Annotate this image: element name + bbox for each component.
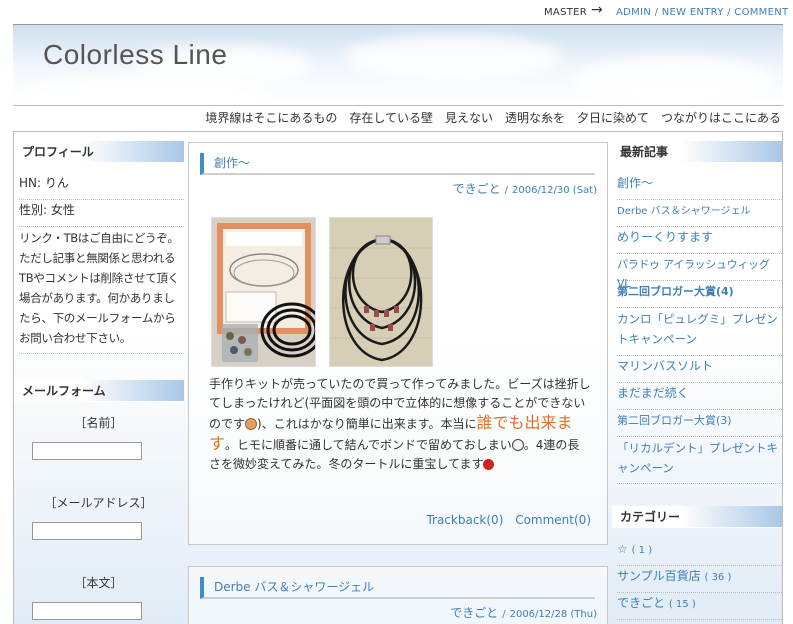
blog-tagline: 境界線はそこにあるもの 存在している壁 見えない 透明な糸を 夕日に染めて つな… — [13, 105, 783, 132]
category-link[interactable]: サンプル百貨店 — [617, 569, 701, 583]
recent-link[interactable]: 第二回ブロガー大賞(4) — [617, 285, 734, 298]
recent-item: 第二回ブロガー大賞(3) — [617, 411, 782, 437]
blog-title[interactable]: Colorless Line — [43, 39, 227, 71]
profile-heading: プロフィール — [14, 141, 184, 163]
category-link[interactable]: できごと — [617, 596, 665, 610]
recent-item: Derbe バス＆シャワージェル — [617, 201, 782, 227]
admin-links: ADMIN / NEW ENTRY / COMMENT — [616, 7, 788, 18]
category-count: ( 15 ) — [668, 599, 696, 610]
blog-header: Colorless Line — [13, 24, 783, 105]
sweat-face-icon — [245, 418, 258, 430]
entry-meta: できごと/2006/12/28 (Thu) — [450, 606, 597, 620]
email-input[interactable] — [32, 522, 142, 540]
entry-title[interactable]: 創作〜 — [200, 153, 595, 175]
new-entry-link[interactable]: NEW ENTRY — [662, 7, 724, 18]
comment-link[interactable]: COMMENT — [734, 7, 788, 18]
name-label: ［名前］ — [74, 416, 123, 430]
profile-note: リンク・TBはご自由にどうぞ。ただし記事と無関係と思われるTBやコメントは削除さ… — [19, 228, 184, 354]
recent-link[interactable]: 第二回ブロガー大賞(3) — [617, 414, 732, 427]
entry-date: 2006/12/28 (Thu) — [509, 609, 597, 620]
recent-item: 第二回ブロガー大賞(4) — [617, 282, 782, 308]
recent-heading: 最新記事 — [612, 141, 782, 163]
recent-item: 創作〜 — [617, 174, 782, 200]
necklace-photo[interactable] — [329, 217, 433, 367]
profile-hn: HN: りん — [19, 174, 184, 200]
entry-post: Derbe バス＆シャワージェル できごと/2006/12/28 (Thu) — [188, 566, 608, 624]
admin-bar: MASTER → ADMIN / NEW ENTRY / COMMENT — [0, 0, 793, 24]
recent-item: 「リカルデント」プレゼントキャンペーン — [617, 438, 782, 484]
profile-gender: 性別: 女性 — [19, 201, 184, 227]
body-input[interactable] — [32, 602, 142, 620]
comment-link[interactable]: Comment(0) — [515, 513, 591, 527]
entry-body: 手作りキットが売っていたので買って作ってみました。ビーズは挫折してしまったけれど… — [209, 375, 591, 474]
category-item: できごと ( 15 ) — [617, 594, 782, 620]
entry-post: 創作〜 できごと/2006/12/30 (Sat) 手作りキットが売っていたので… — [188, 142, 608, 545]
recent-item: まだまだ続く — [617, 384, 782, 410]
recent-link[interactable]: マリンバスソルト — [617, 359, 713, 373]
admin-link[interactable]: ADMIN — [616, 7, 651, 18]
cherry-icon — [483, 459, 495, 470]
category-item: サンプル百貨店 ( 36 ) — [617, 567, 782, 593]
recent-link[interactable]: めりーくりすます — [617, 230, 713, 244]
smile-face-icon — [511, 439, 524, 451]
entry-text: )、これはかなり簡単に出来ます。本当に — [257, 417, 477, 431]
recent-item: パラドゥ アイラッシュウィッグVL — [617, 255, 782, 290]
recent-item: カンロ「ピュレグミ」プレゼントキャンペーン — [617, 309, 782, 356]
email-label: ［メールアドレス］ — [44, 496, 153, 510]
separator: / — [727, 7, 731, 18]
entry-category-link[interactable]: できごと — [450, 606, 498, 620]
recent-item: めりーくりすます — [617, 228, 782, 254]
kit-photo[interactable] — [211, 217, 316, 367]
category-count: ( 36 ) — [704, 572, 732, 583]
category-link[interactable]: ☆ — [617, 542, 628, 556]
entry-date: 2006/12/30 (Sat) — [511, 185, 597, 196]
arrow-right-icon: → — [591, 2, 604, 18]
recent-link[interactable]: カンロ「ピュレグミ」プレゼントキャンペーン — [617, 312, 778, 346]
entry-category-link[interactable]: できごと — [453, 182, 501, 196]
entry-meta: できごと/2006/12/30 (Sat) — [452, 182, 597, 196]
body-label: ［本文］ — [74, 576, 123, 590]
recent-link[interactable]: まだまだ続く — [617, 386, 689, 400]
recent-item: マリンバスソルト — [617, 357, 782, 383]
category-heading: カテゴリー — [612, 506, 782, 528]
mailform-heading: メールフォーム — [14, 380, 184, 402]
entry-text: 。ヒモに順番に通して結んでボンドで留めておしまい — [225, 438, 512, 452]
recent-link[interactable]: 「リカルデント」プレゼントキャンペーン — [617, 441, 778, 475]
master-label: MASTER — [544, 7, 587, 18]
entry-footer: Trackback(0) Comment(0) — [426, 513, 591, 527]
recent-link[interactable]: Derbe バス＆シャワージェル — [617, 206, 750, 217]
recent-link[interactable]: 創作〜 — [617, 176, 653, 190]
entry-title[interactable]: Derbe バス＆シャワージェル — [200, 577, 595, 599]
name-input[interactable] — [32, 442, 142, 460]
category-item: ☆ ( 1 ) — [617, 540, 782, 566]
separator: / — [654, 7, 659, 18]
trackback-link[interactable]: Trackback(0) — [426, 513, 503, 527]
category-count: ( 1 ) — [631, 545, 653, 556]
